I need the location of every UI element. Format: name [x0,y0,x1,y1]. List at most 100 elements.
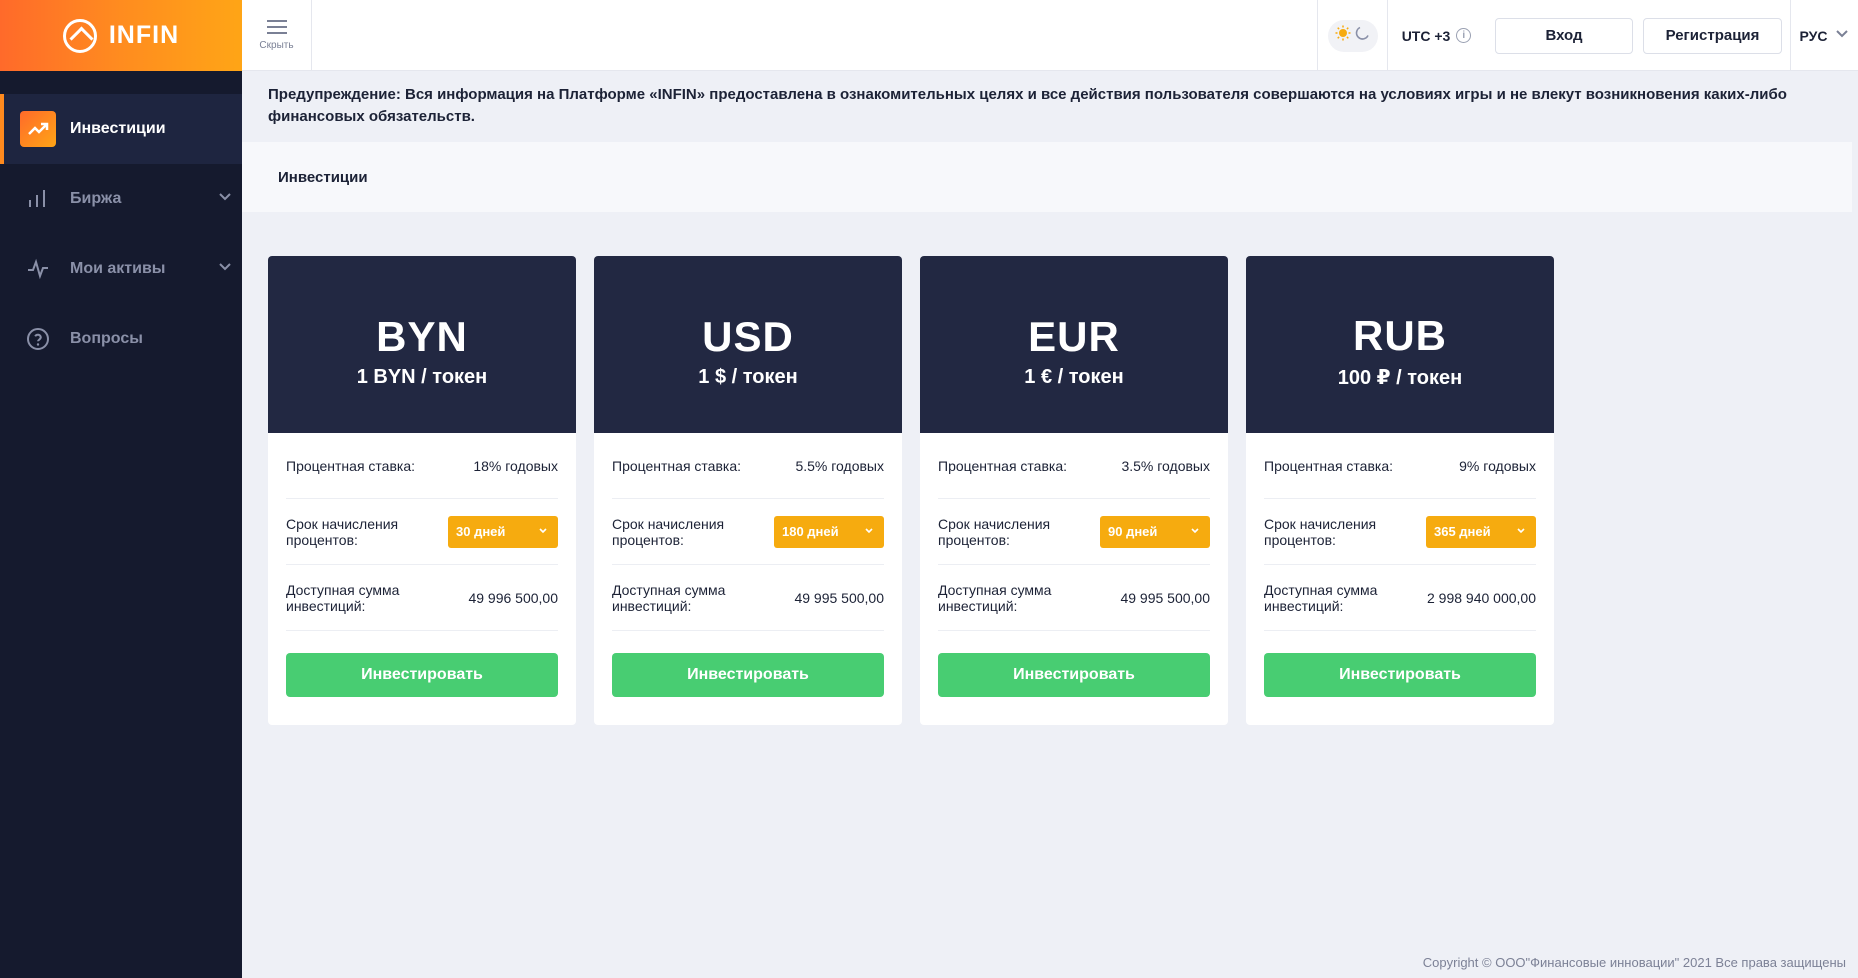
currency-code: RUB [1353,312,1447,359]
rate-label: Процентная ставка: [612,457,742,474]
chevron-down-icon[interactable] [218,190,232,209]
term-row: Срок начисления процентов: 180 дней [612,499,884,565]
sidebar-item-label: Биржа [70,190,122,207]
available-label: Доступная сумма инвестиций: [1264,581,1378,614]
currency-code: EUR [1028,313,1120,360]
rate-label: Процентная ставка: [286,457,416,474]
investment-cards: BYN 1 BYN / токен Процентная ставка: 18%… [268,256,1554,725]
sidebar: INFIN Инвестиции Биржа Мои активы Вопрос… [0,0,242,978]
header-actions: UTC +3 i Вход Регистрация РУС [1317,0,1858,71]
term-label: Срок начисления процентов: [612,515,725,548]
token-price: 100 ₽ / токен [1337,367,1463,389]
available-label: Доступная сумма инвестиций: [612,581,726,614]
sun-icon [1335,25,1351,46]
term-select[interactable]: 30 дней [448,515,558,548]
logo-text: INFIN [108,21,180,49]
logo-icon [62,18,97,53]
chevron-down-icon [1190,524,1200,539]
rate-row: Процентная ставка: 5.5% годовых [612,433,884,499]
sidebar-item-my-assets[interactable]: Мои активы [0,234,242,304]
investment-card-eur: EUR 1 € / токен Процентная ставка: 3.5% … [920,256,1228,725]
language-label: РУС [1799,27,1828,44]
token-price: 1 $ / токен [698,366,798,388]
sidebar-item-exchange[interactable]: Биржа [0,164,242,234]
rate-row: Процентная ставка: 18% годовых [286,433,558,499]
card-body: Процентная ставка: 3.5% годовых Срок нач… [920,433,1228,697]
rate-value: 3.5% годовых [1121,457,1210,474]
rate-label: Процентная ставка: [1264,457,1394,474]
token-price: 1 BYN / токен [356,366,488,388]
hide-label: Скрыть [259,40,294,51]
rate-value: 9% годовых [1459,457,1536,474]
card-body: Процентная ставка: 18% годовых Срок начи… [268,433,576,697]
sidebar-item-questions[interactable]: Вопросы [0,304,242,374]
theme-toggle[interactable] [1317,0,1387,71]
investment-card-rub: RUB 100 ₽ / токен Процентная ставка: 9% … [1246,256,1554,725]
register-button[interactable]: Регистрация [1643,17,1782,54]
currency-code: BYN [376,313,468,360]
chevron-down-icon [1516,524,1526,539]
available-row: Доступная сумма инвестиций: 49 995 500,0… [938,565,1210,631]
moon-icon [1354,25,1370,46]
term-value: 180 дней [782,524,839,539]
activity-icon [20,251,56,287]
term-select[interactable]: 90 дней [1100,515,1210,548]
chevron-down-icon [864,524,874,539]
term-row: Срок начисления процентов: 90 дней [938,499,1210,565]
term-row: Срок начисления процентов: 365 дней [1264,499,1536,565]
card-body: Процентная ставка: 5.5% годовых Срок нач… [594,433,902,697]
chevron-down-icon [538,524,548,539]
copyright: Copyright © ООО"Финансовые инновации" 20… [1422,955,1846,970]
available-row: Доступная сумма инвестиций: 2 998 940 00… [1264,565,1536,631]
invest-button[interactable]: Инвестировать [938,653,1210,697]
term-row: Срок начисления процентов: 30 дней [286,499,558,565]
sidebar-item-investments[interactable]: Инвестиции [0,94,242,164]
available-value: 2 998 940 000,00 [1427,589,1536,606]
rate-row: Процентная ставка: 3.5% годовых [938,433,1210,499]
card-header: RUB 100 ₽ / токен [1246,256,1554,433]
hide-sidebar-button[interactable]: Скрыть [242,0,312,71]
breadcrumb-current: Инвестиции [278,168,368,186]
timezone-label: UTC +3 [1401,27,1451,44]
available-value: 49 995 500,00 [1120,589,1210,606]
card-header: BYN 1 BYN / токен [268,256,576,433]
language-selector[interactable]: РУС [1790,0,1858,71]
term-value: 365 дней [1434,524,1491,539]
card-header: USD 1 $ / токен [594,256,902,433]
available-label: Доступная сумма инвестиций: [938,581,1052,614]
chevron-down-icon[interactable] [218,260,232,279]
term-select[interactable]: 365 дней [1426,515,1536,548]
term-select[interactable]: 180 дней [774,515,884,548]
term-label: Срок начисления процентов: [1264,515,1377,548]
available-row: Доступная сумма инвестиций: 49 995 500,0… [612,565,884,631]
login-button[interactable]: Вход [1495,17,1633,54]
chevron-down-icon [1835,27,1849,44]
investment-card-usd: USD 1 $ / токен Процентная ставка: 5.5% … [594,256,902,725]
top-header: Скрыть UTC +3 i Вход Регистрация РУС [242,0,1858,71]
term-value: 90 дней [1108,524,1158,539]
theme-pill [1327,19,1378,52]
timezone-indicator: UTC +3 i [1387,0,1485,71]
rate-value: 5.5% годовых [795,457,884,474]
invest-button[interactable]: Инвестировать [1264,653,1536,697]
card-body: Процентная ставка: 9% годовых Срок начис… [1246,433,1554,697]
invest-button[interactable]: Инвестировать [286,653,558,697]
bar-chart-icon [20,181,56,217]
sidebar-item-label: Инвестиции [70,120,166,137]
help-circle-icon [20,321,56,357]
rate-label: Процентная ставка: [938,457,1068,474]
available-row: Доступная сумма инвестиций: 49 996 500,0… [286,565,558,631]
rate-row: Процентная ставка: 9% годовых [1264,433,1536,499]
menu-icon [266,20,287,34]
sidebar-nav: Инвестиции Биржа Мои активы Вопросы [0,71,242,374]
available-value: 49 995 500,00 [794,589,884,606]
term-value: 30 дней [456,524,506,539]
invest-button[interactable]: Инвестировать [612,653,884,697]
warning-text: Предупреждение: Вся информация на Платфо… [268,86,1787,125]
term-label: Срок начисления процентов: [938,515,1051,548]
sidebar-item-label: Мои активы [70,260,166,277]
investment-card-byn: BYN 1 BYN / токен Процентная ставка: 18%… [268,256,576,725]
logo[interactable]: INFIN [0,0,242,71]
info-icon[interactable]: i [1456,28,1472,43]
available-value: 49 996 500,00 [468,589,558,606]
